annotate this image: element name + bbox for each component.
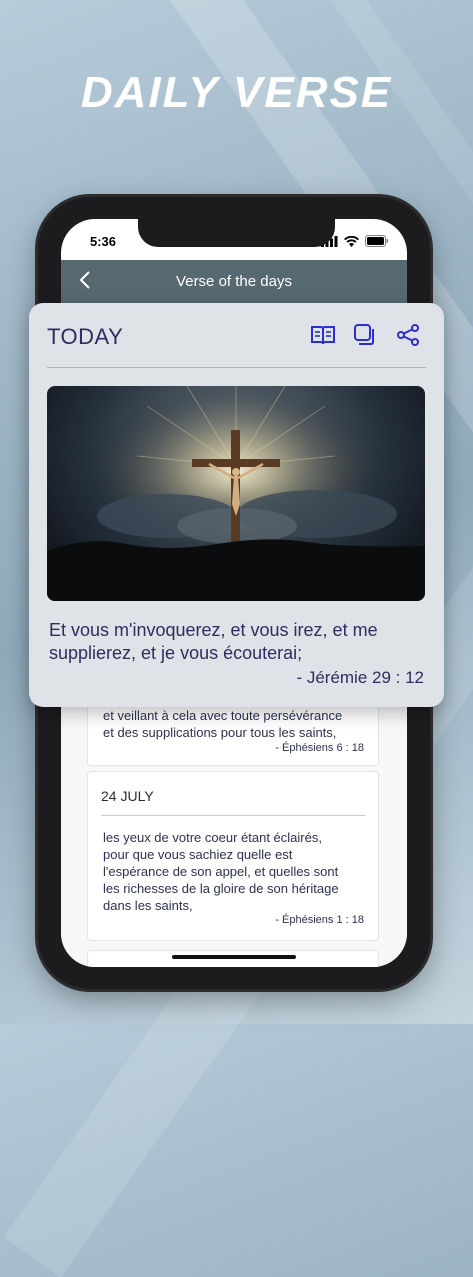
battery-icon	[365, 234, 389, 252]
today-verse-reference: - Jérémie 29 : 12	[296, 668, 424, 687]
verse-reference: - Éphésiens 6 : 18	[275, 742, 364, 754]
today-title: TODAY	[47, 324, 124, 349]
share-icon[interactable]	[396, 323, 422, 349]
verse-reference: - Éphésiens 1 : 18	[275, 914, 364, 926]
nav-title: Verse of the days	[176, 273, 292, 290]
divider	[101, 815, 365, 816]
wifi-icon	[344, 234, 359, 252]
divider	[47, 367, 426, 368]
nav-bar: Verse of the days	[61, 260, 407, 304]
book-icon[interactable]	[310, 323, 336, 349]
verse-date: 24 JULY	[101, 788, 154, 804]
verse-text: les yeux de votre coeur étant éclairés, …	[103, 830, 339, 913]
today-card: TODAY Et vous m'invoquerez, et vous irez…	[29, 303, 444, 707]
status-time: 5:36	[90, 234, 117, 249]
crucifix-image	[47, 386, 425, 601]
today-verse-text: Et vous m'invoquerez, et vous irez, et m…	[49, 620, 378, 663]
copy-icon[interactable]	[353, 323, 379, 349]
notch	[138, 219, 335, 247]
verse-text: et veillant à cela avec toute persévéran…	[103, 708, 343, 740]
headline: DAILY VERSE	[80, 68, 393, 117]
today-actions	[310, 323, 422, 349]
home-indicator	[172, 955, 296, 959]
verse-card[interactable]: 24 JULY les yeux de votre coeur étant éc…	[87, 771, 379, 941]
